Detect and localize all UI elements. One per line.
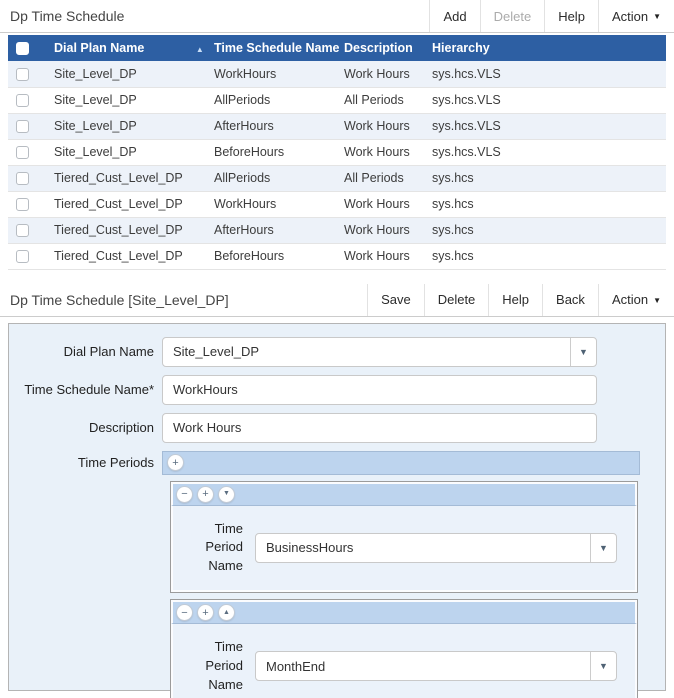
table-row[interactable]: Site_Level_DP AllPeriods All Periods sys… [8, 87, 666, 114]
table-row[interactable]: Site_Level_DP WorkHours Work Hours sys.h… [8, 61, 666, 88]
column-header-description[interactable]: Description [344, 35, 432, 61]
time-period-name-select[interactable]: MonthEnd ▼ [255, 651, 617, 682]
detail-toolbar: Dp Time Schedule [Site_Level_DP] Save De… [0, 283, 674, 317]
chevron-down-icon: ▼ [590, 652, 616, 681]
row-checkbox[interactable] [16, 250, 29, 264]
action-menu-button[interactable]: Action ▼ [597, 0, 674, 32]
add-time-period-button[interactable]: + [198, 605, 213, 621]
delete-button: Delete [479, 0, 545, 32]
row-checkbox[interactable] [16, 67, 29, 81]
dial-plan-select-value: Site_Level_DP [173, 344, 259, 359]
add-button[interactable]: Add [429, 0, 479, 32]
column-header-schedule[interactable]: Time Schedule Name [214, 35, 344, 61]
action-menu-label: Action [611, 292, 649, 307]
dial-plan-select[interactable]: Site_Level_DP ▼ [162, 336, 597, 367]
table-row[interactable]: Tiered_Cust_Level_DP AfterHours Work Hou… [8, 217, 666, 244]
column-header-dial-plan[interactable]: Dial Plan Name ▲ [54, 35, 214, 61]
table-row[interactable]: Tiered_Cust_Level_DP WorkHours Work Hour… [8, 191, 666, 218]
row-checkbox[interactable] [16, 172, 29, 186]
move-down-button[interactable]: ▼ [219, 486, 234, 502]
row-checkbox[interactable] [16, 224, 29, 238]
table-row[interactable]: Site_Level_DP AfterHours Work Hours sys.… [8, 113, 666, 140]
time-period-name-label: Time Period Name [205, 520, 243, 574]
row-checkbox[interactable] [16, 146, 29, 160]
time-period-panel: − + ▼ Time Period Name BusinessHours ▼ [170, 480, 638, 594]
time-schedule-name-label: Time Schedule Name* [24, 381, 154, 397]
chevron-down-icon: ▼ [570, 337, 596, 366]
time-period-select-value: MonthEnd [266, 658, 326, 674]
table-row[interactable]: Tiered_Cust_Level_DP AllPeriods All Peri… [8, 165, 666, 192]
list-panel-title: Dp Time Schedule [10, 8, 125, 24]
time-period-panel-header: − + ▲ [171, 600, 637, 625]
detail-panel: Dp Time Schedule [Site_Level_DP] Save De… [0, 283, 674, 698]
move-up-button[interactable]: ▲ [219, 605, 234, 621]
detail-form: Dial Plan Name Site_Level_DP ▼ Time Sche… [8, 322, 666, 698]
list-toolbar: Dp Time Schedule Add Delete Help Action … [0, 0, 674, 33]
sort-ascending-icon: ▲ [195, 45, 204, 54]
time-periods-header-bar: + [162, 450, 640, 475]
time-schedule-table: Dial Plan Name ▲ Time Schedule Name Desc… [8, 35, 666, 270]
help-button[interactable]: Help [488, 283, 542, 316]
description-input[interactable] [162, 412, 597, 443]
list-panel: Dp Time Schedule Add Delete Help Action … [0, 0, 674, 270]
add-time-period-button[interactable]: + [168, 455, 183, 470]
description-label: Description [88, 419, 154, 435]
action-menu-button[interactable]: Action ▼ [597, 283, 674, 316]
time-period-select-value: BusinessHours [266, 540, 354, 556]
time-period-name-select[interactable]: BusinessHours ▼ [255, 532, 617, 563]
action-menu-caret-icon: ▼ [653, 12, 661, 21]
remove-time-period-button[interactable]: − [177, 605, 192, 621]
save-button[interactable]: Save [367, 283, 424, 316]
time-periods-label: Time Periods [77, 454, 154, 470]
add-time-period-button[interactable]: + [198, 486, 213, 502]
time-period-name-label: Time Period Name [205, 639, 243, 692]
select-all-checkbox[interactable] [16, 42, 29, 56]
table-row[interactable]: Tiered_Cust_Level_DP BeforeHours Work Ho… [8, 243, 666, 270]
column-header-hierarchy[interactable]: Hierarchy [432, 35, 666, 61]
action-menu-label: Action [611, 8, 649, 24]
help-button[interactable]: Help [544, 0, 598, 32]
dial-plan-name-label: Dial Plan Name [63, 343, 154, 359]
time-period-panel: − + ▲ Time Period Name MonthEnd ▼ [170, 599, 638, 698]
time-schedule-name-input[interactable] [162, 374, 597, 405]
chevron-down-icon: ▼ [590, 533, 616, 562]
time-period-panel-header: − + ▼ [171, 481, 637, 506]
back-button[interactable]: Back [542, 283, 598, 316]
remove-time-period-button[interactable]: − [177, 486, 192, 502]
delete-button[interactable]: Delete [423, 283, 489, 316]
row-checkbox[interactable] [16, 94, 29, 108]
time-periods-group: + − + ▼ Time Period Name BusinessHours ▼… [162, 450, 640, 698]
row-checkbox[interactable] [16, 198, 29, 212]
row-checkbox[interactable] [16, 120, 29, 134]
table-row[interactable]: Site_Level_DP BeforeHours Work Hours sys… [8, 139, 666, 166]
action-menu-caret-icon: ▼ [653, 295, 661, 305]
table-header-row: Dial Plan Name ▲ Time Schedule Name Desc… [8, 35, 666, 61]
detail-panel-title: Dp Time Schedule [Site_Level_DP] [10, 291, 229, 308]
